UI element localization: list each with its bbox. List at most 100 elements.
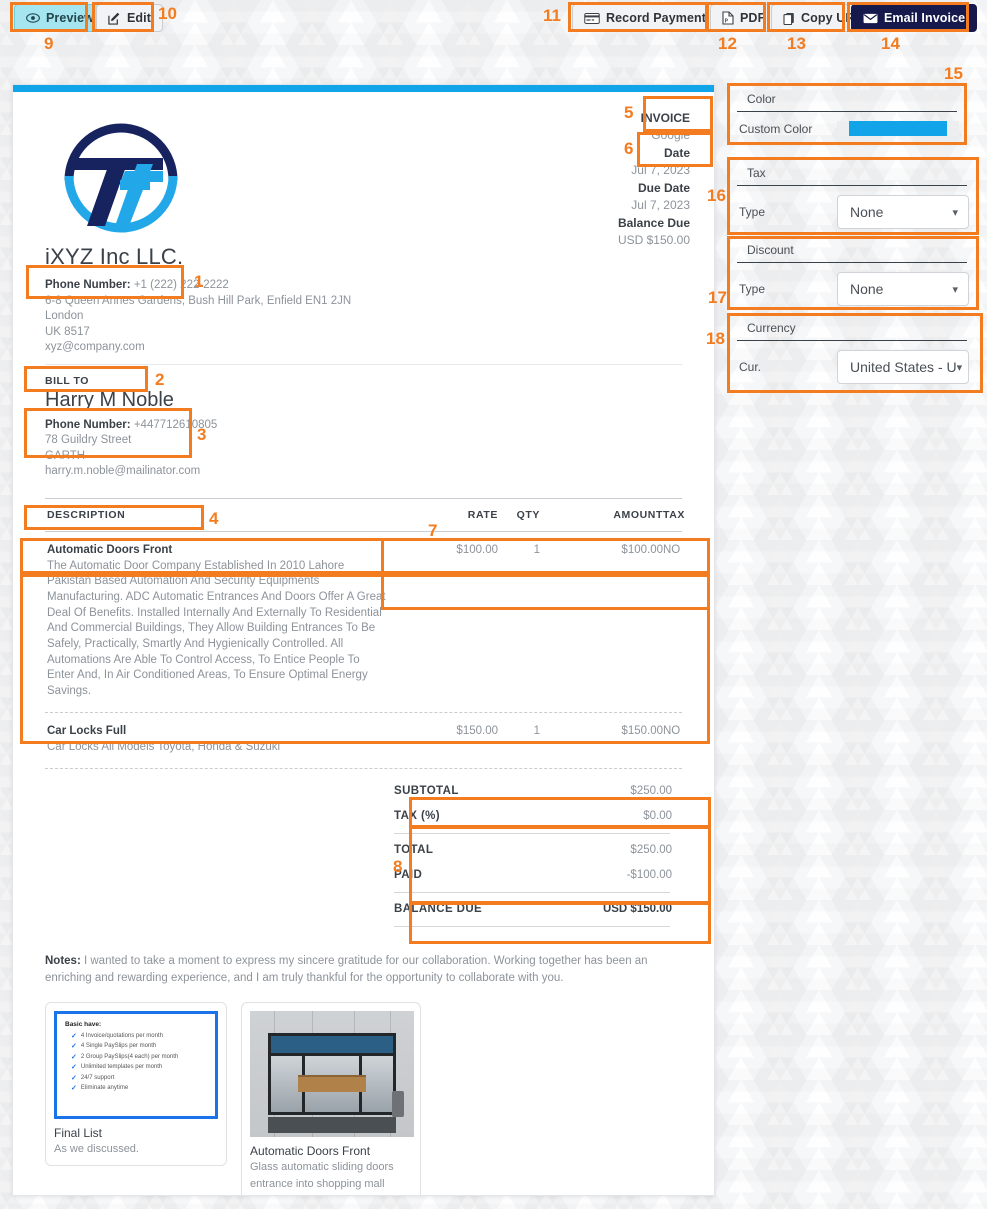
- line-item-qty: 1: [533, 724, 540, 737]
- line-item-amount: $150.00: [621, 724, 663, 737]
- company-phone-value: +1 (222) 222-2222: [133, 279, 229, 291]
- thumb-doc-item-label: 4 Single PaySlips per month: [80, 1043, 157, 1050]
- tax-type-value: None: [850, 204, 884, 220]
- check-icon: ✓: [71, 1053, 77, 1061]
- chevron-down-icon: ▾: [952, 206, 958, 219]
- color-panel: Color Custom Color: [729, 86, 969, 145]
- preview-button-label: Preview: [46, 11, 94, 25]
- attachment-subtitle-line2: entrance into shopping mall: [250, 1177, 385, 1190]
- thumb-doc-item-label: 2 Group PaySlips(4 each) per month: [80, 1053, 179, 1060]
- column-header-amount: AMOUNT: [613, 508, 663, 521]
- check-icon: ✓: [71, 1064, 77, 1072]
- thumb-doc-item: ✓ 4 Single PaySlips per month: [71, 1042, 207, 1050]
- discount-type-row: Type None ▾: [729, 263, 979, 315]
- custom-color-picker[interactable]: [837, 121, 959, 136]
- thumb-doc-item: ✓ Eliminate anytime: [71, 1084, 207, 1092]
- credit-card-icon: [584, 12, 600, 24]
- company-logo-icon: [51, 118, 191, 238]
- tax-value: $0.00: [643, 810, 672, 823]
- line-items-table: DESCRIPTION RATE QTY AMOUNT TAX Automati…: [45, 497, 684, 769]
- bill-to-phone-row: Phone Number: +447712610805: [45, 418, 690, 434]
- preview-button[interactable]: Preview: [14, 4, 106, 32]
- thumb-doc-item: ✓ Unlimited templates per month: [71, 1063, 207, 1071]
- totals-divider-2: [394, 891, 670, 893]
- line-item-tax: NO: [663, 724, 681, 737]
- file-pdf-icon: P: [722, 11, 734, 25]
- record-payment-label: Record Payment: [606, 11, 707, 25]
- check-icon: ✓: [71, 1085, 77, 1093]
- line-item-qty: 1: [533, 543, 540, 556]
- thumb-doc-heading: Basic have:: [65, 1020, 102, 1028]
- tax-type-select[interactable]: None ▾: [837, 195, 969, 229]
- company-phone-row: Phone Number: +1 (222) 222-2222: [45, 278, 690, 294]
- record-payment-button[interactable]: Record Payment: [572, 4, 719, 32]
- totals-row-subtotal: SUBTOTAL $250.00: [382, 779, 682, 804]
- line-item-rate: $150.00: [456, 724, 498, 737]
- invoice-balance-due-label: Balance Due: [617, 216, 690, 230]
- company-address-line1: 6-8 Queen Annes Gardens, Bush Hill Park,…: [45, 294, 352, 307]
- bill-to-label: BILL TO: [45, 374, 89, 387]
- email-invoice-label: Email Invoice: [884, 11, 966, 25]
- thumb-doc-item-label: 4 Invoice/quotations per month: [80, 1032, 163, 1039]
- thumb-doc-item: ✓ 2 Group PaySlips(4 each) per month: [71, 1053, 207, 1061]
- thumb-doc-item-label: Eliminate anytime: [80, 1085, 129, 1092]
- email-invoice-button[interactable]: Email Invoice: [851, 4, 978, 32]
- notes-text: I wanted to take a moment to express my …: [45, 954, 648, 985]
- company-address-line3: UK 8517: [45, 325, 90, 338]
- attachment-subtitle-line1: Glass automatic sliding doors: [250, 1160, 394, 1173]
- edit-button[interactable]: Edit: [96, 4, 164, 32]
- currency-select[interactable]: United States - U ▾: [837, 350, 969, 384]
- paid-value: -$100.00: [626, 869, 672, 882]
- total-value: $250.00: [630, 844, 672, 857]
- totals-row-tax: TAX (%) $0.00: [382, 804, 682, 829]
- attachment-title: Automatic Doors Front: [250, 1143, 371, 1158]
- bill-to-email: harry.m.noble@mailinator.com: [45, 465, 201, 477]
- column-header-tax: TAX: [663, 508, 686, 521]
- currency-row: Cur. United States - U ▾: [729, 341, 979, 393]
- attachment-card[interactable]: Automatic Doors Front Glass automatic sl…: [241, 1001, 421, 1195]
- attachment-thumbnail-document: Basic have: ✓ 4 Invoice/quotations per mo…: [54, 1010, 218, 1119]
- subtotal-value: $250.00: [630, 785, 672, 798]
- thumb-doc-item: ✓ 24/7 support: [71, 1074, 207, 1082]
- totals-divider: [394, 832, 670, 834]
- tax-type-row: Type None ▾: [729, 186, 979, 238]
- discount-type-select[interactable]: None ▾: [837, 272, 969, 306]
- totals-section: SUBTOTAL $250.00 TAX (%) $0.00 TOTAL $25…: [382, 779, 682, 927]
- header-divider: [45, 363, 682, 365]
- currency-panel-title: Currency: [737, 315, 967, 341]
- invoice-number-label: INVOICE: [640, 111, 690, 125]
- currency-value: United States - U: [850, 359, 957, 375]
- invoice-due-date-label: Due Date: [637, 181, 690, 195]
- edit-button-label: Edit: [127, 11, 152, 25]
- company-address-line2: London: [45, 310, 84, 322]
- bill-to-address-line2: GARTH: [45, 449, 86, 462]
- thumb-doc-item-label: Unlimited templates per month: [80, 1064, 163, 1071]
- totals-row-balance-due: BALANCE DUE USD $150.00: [382, 897, 682, 922]
- tax-type-label: Type: [739, 205, 766, 219]
- line-item-title: Automatic Doors Front: [47, 543, 173, 556]
- bill-to-phone-value: +447712610805: [133, 418, 218, 431]
- custom-color-label: Custom Color: [739, 121, 813, 136]
- check-icon: ✓: [71, 1032, 77, 1040]
- line-item-title: Car Locks Full: [47, 724, 127, 737]
- discount-panel: Discount Type None ▾: [729, 237, 979, 315]
- invoice-accent-bar: [13, 85, 714, 92]
- line-item-tax: NO: [663, 543, 681, 556]
- attachment-thumbnail-photo: [250, 1010, 414, 1137]
- subtotal-label: SUBTOTAL: [394, 785, 459, 798]
- copy-icon: [783, 12, 795, 25]
- thumb-doc-item-label: 24/7 support: [80, 1074, 115, 1081]
- company-email: xyz@company.com: [45, 341, 145, 353]
- pdf-button[interactable]: P PDF: [710, 4, 778, 32]
- notes-label: Notes:: [45, 954, 81, 967]
- balance-due-value: USD $150.00: [602, 903, 672, 916]
- attachment-card[interactable]: Basic have: ✓ 4 Invoice/quotations per mo…: [45, 1001, 227, 1166]
- bill-to-name: Harry M Noble: [45, 388, 174, 411]
- attachment-title: Final List: [54, 1125, 103, 1140]
- envelope-icon: [863, 13, 878, 24]
- pencil-edit-icon: [108, 12, 121, 25]
- notes-section: Notes: I wanted to take a moment to expr…: [45, 953, 682, 988]
- paid-label: PAID: [394, 869, 423, 882]
- discount-type-value: None: [850, 281, 884, 297]
- discount-type-label: Type: [739, 282, 766, 296]
